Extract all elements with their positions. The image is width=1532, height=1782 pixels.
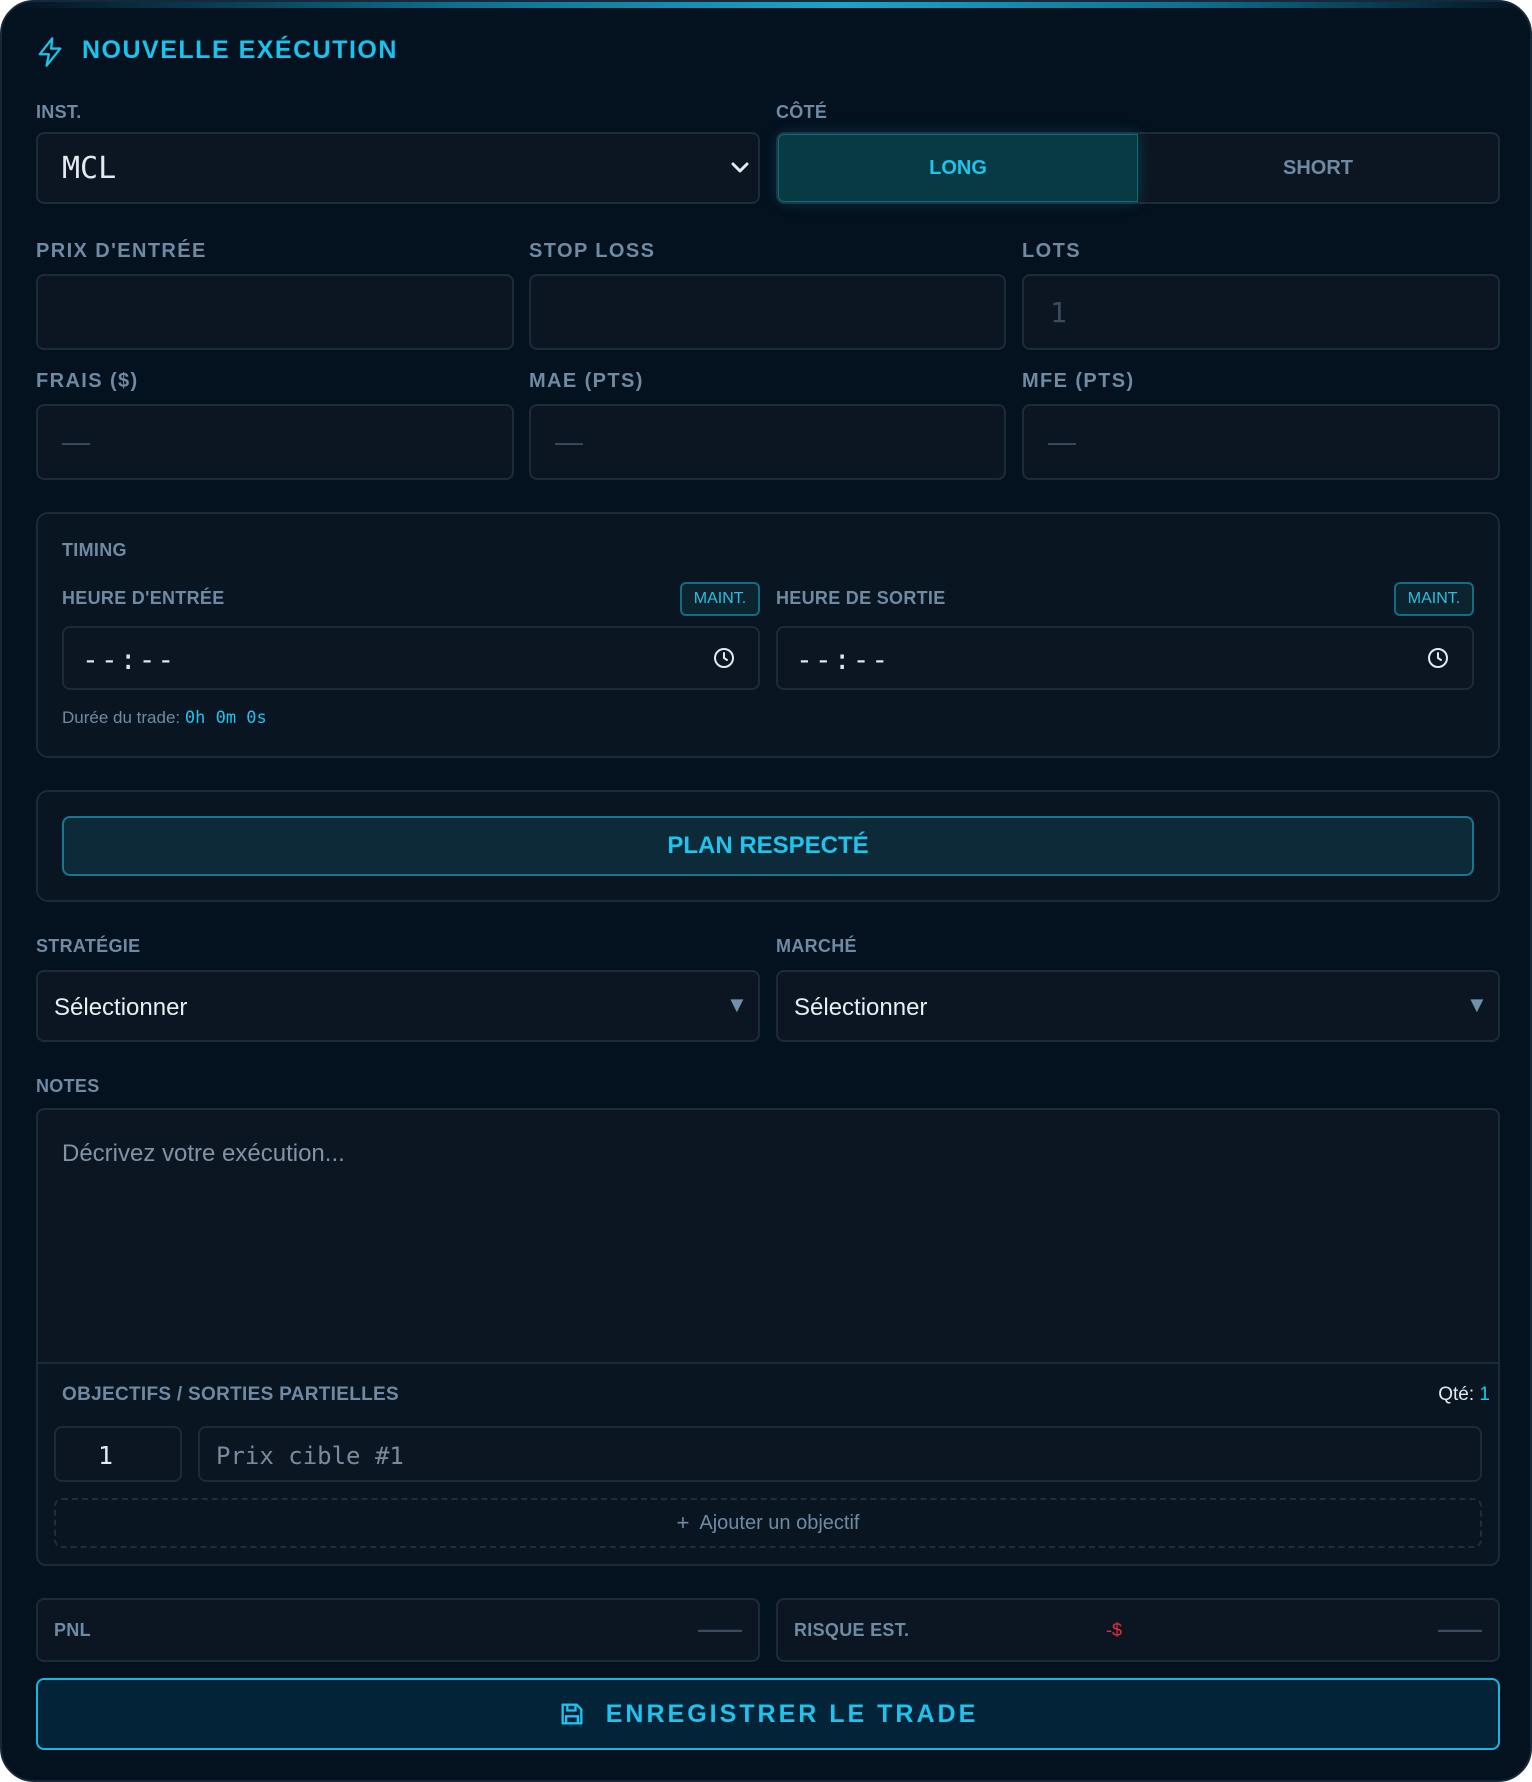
clock-icon [1428, 648, 1448, 668]
plan-respected-button[interactable]: PLAN RESPECTÉ [62, 816, 1474, 876]
instrument-label: INST. [36, 102, 82, 122]
strategy-select[interactable]: Sélectionner ▼ [36, 970, 760, 1042]
market-value: Sélectionner [794, 994, 928, 1021]
target-qty-value: 1 [98, 1441, 114, 1470]
triangle-down-icon: ▼ [1466, 992, 1488, 1017]
top-accent-line [2, 2, 1530, 8]
side-label: CÔTÉ [776, 102, 828, 122]
mae-placeholder: — [555, 426, 583, 457]
lots-input[interactable]: 1 [1022, 274, 1500, 350]
targets-qty-label: Qté: [1438, 1384, 1475, 1405]
lots-placeholder: 1 [1050, 296, 1067, 329]
pnl-box: PNL —— [36, 1598, 760, 1662]
stop-loss-label: STOP LOSS [529, 240, 656, 262]
mfe-placeholder: — [1048, 426, 1076, 457]
mfe-input[interactable]: — [1022, 404, 1500, 480]
save-trade-label: ENREGISTRER LE TRADE [605, 1699, 979, 1728]
entry-time-value: --:-- [82, 643, 177, 676]
risk-label: RISQUE EST. [794, 1620, 910, 1640]
notes-placeholder: Décrivez votre exécution... [62, 1140, 345, 1167]
timing-title: TIMING [62, 540, 127, 560]
target-price-placeholder: Prix cible #1 [216, 1442, 404, 1470]
add-target-label: Ajouter un objectif [699, 1511, 860, 1534]
market-select[interactable]: Sélectionner ▼ [776, 970, 1500, 1042]
mae-label: MAE (PTS) [529, 370, 644, 392]
exit-time-input[interactable]: --:-- [776, 626, 1474, 690]
target-qty-input[interactable]: 1 [54, 1426, 182, 1482]
clock-icon [714, 648, 734, 668]
risk-amount: -$ [1106, 1620, 1123, 1640]
entry-time-label: HEURE D'ENTRÉE [62, 588, 225, 608]
fees-input[interactable]: — [36, 404, 514, 480]
trade-duration-label: Durée du trade: [62, 708, 181, 727]
exit-time-now-button[interactable]: MAINT. [1394, 582, 1474, 616]
fees-placeholder: — [62, 426, 90, 457]
exit-time-value: --:-- [796, 643, 891, 676]
save-icon [561, 1703, 583, 1725]
entry-price-label: PRIX D'ENTRÉE [36, 240, 207, 262]
exit-time-label: HEURE DE SORTIE [776, 588, 946, 608]
plus-icon: + [676, 1510, 690, 1535]
market-label: MARCHÉ [776, 936, 857, 956]
side-short-button[interactable]: SHORT [1138, 134, 1498, 202]
save-trade-button[interactable]: ENREGISTRER LE TRADE [36, 1678, 1500, 1750]
notes-textarea[interactable]: Décrivez votre exécution... [36, 1108, 1500, 1364]
stop-loss-input[interactable] [529, 274, 1006, 350]
entry-time-input[interactable]: --:-- [62, 626, 760, 690]
risk-value: —— [1438, 1617, 1482, 1642]
chevron-down-icon [731, 162, 749, 173]
strategy-label: STRATÉGIE [36, 936, 141, 956]
targets-qty: Qté: 1 [1438, 1384, 1490, 1406]
trade-duration-value: 0h 0m 0s [184, 708, 267, 728]
lightning-icon [38, 37, 62, 67]
triangle-down-icon: ▼ [726, 992, 748, 1017]
mfe-label: MFE (PTS) [1022, 370, 1135, 392]
new-execution-panel: NOUVELLE EXÉCUTION INST. MCL CÔTÉ LONG S… [0, 0, 1532, 1782]
trade-duration: Durée du trade: 0h 0m 0s [62, 708, 267, 728]
pnl-label: PNL [54, 1620, 91, 1640]
risk-box: RISQUE EST. -$ —— [776, 1598, 1500, 1662]
lots-label: LOTS [1022, 240, 1081, 262]
pnl-value: —— [698, 1617, 742, 1642]
targets-qty-value: 1 [1479, 1384, 1490, 1405]
entry-time-now-button[interactable]: MAINT. [680, 582, 760, 616]
mae-input[interactable]: — [529, 404, 1006, 480]
add-target-button[interactable]: + Ajouter un objectif [54, 1498, 1482, 1548]
instrument-select[interactable]: MCL [36, 132, 760, 204]
side-long-button[interactable]: LONG [778, 134, 1138, 202]
form-title: NOUVELLE EXÉCUTION [82, 36, 398, 64]
entry-price-input[interactable] [36, 274, 514, 350]
instrument-value: MCL [62, 151, 117, 186]
targets-title: OBJECTIFS / SORTIES PARTIELLES [62, 1384, 399, 1405]
notes-label: NOTES [36, 1076, 100, 1096]
target-price-input[interactable]: Prix cible #1 [198, 1426, 1482, 1482]
fees-label: FRAIS ($) [36, 370, 139, 392]
strategy-value: Sélectionner [54, 994, 188, 1021]
